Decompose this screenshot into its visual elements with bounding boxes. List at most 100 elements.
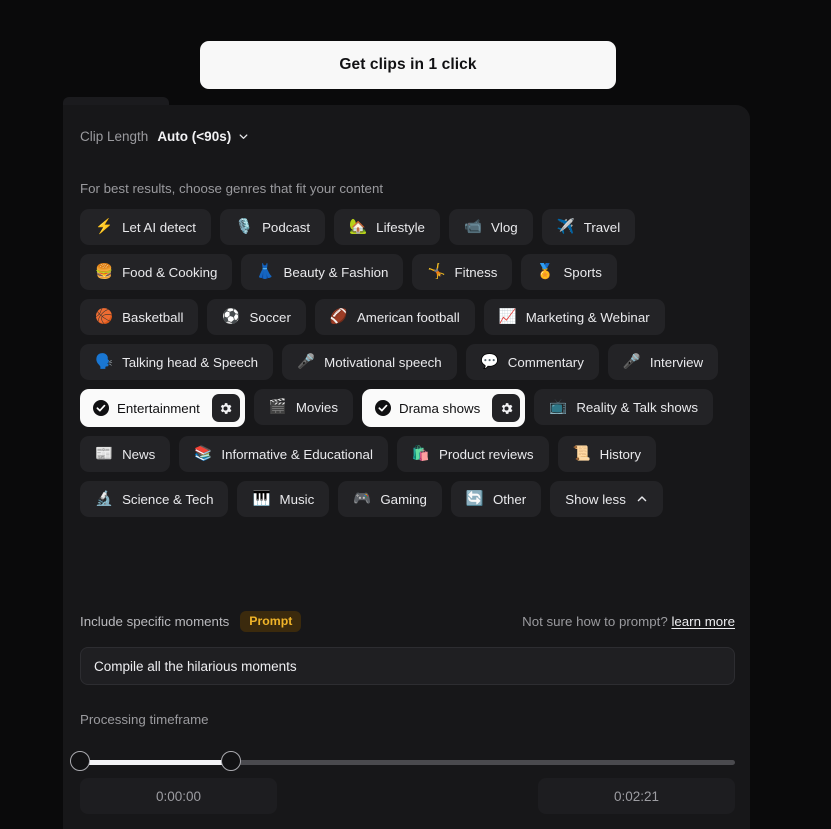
genre-chip-gaming[interactable]: 🎮 Gaming — [338, 481, 442, 517]
chip-label: Sports — [563, 264, 602, 280]
chip-label: Motivational speech — [324, 354, 442, 370]
chip-emoji-icon: 🔬 — [95, 490, 114, 507]
prompt-help-text: Not sure how to prompt? — [522, 613, 668, 629]
check-circle-icon — [374, 400, 391, 416]
chip-emoji-icon: 🏅 — [536, 263, 555, 280]
chip-settings-button[interactable] — [211, 394, 240, 422]
chip-emoji-icon: 📈 — [498, 308, 517, 325]
gear-icon — [221, 402, 232, 414]
chip-label: Beauty & Fashion — [283, 264, 389, 280]
start-time-input[interactable] — [80, 778, 277, 814]
chip-label: Interview — [649, 354, 704, 370]
clip-length-value: Auto (<90s) — [157, 129, 232, 144]
chip-emoji-icon: 🏡 — [349, 218, 368, 235]
chip-emoji-icon: 🎬 — [268, 398, 287, 415]
genre-chip-marketing-webinar[interactable]: 📈 Marketing & Webinar — [483, 299, 665, 335]
chip-emoji-icon: 📜 — [572, 445, 591, 462]
genre-chip-interview[interactable]: 🎤 Interview — [607, 344, 719, 380]
genre-chip-sports[interactable]: 🏅 Sports — [521, 254, 617, 290]
prompt-input[interactable] — [80, 647, 735, 685]
chip-emoji-icon: 👗 — [256, 263, 275, 280]
chip-label: Science & Tech — [122, 491, 214, 507]
genre-chip-vlog[interactable]: 📹 Vlog — [448, 209, 533, 245]
prompt-badge: Prompt — [240, 610, 302, 632]
genre-chip-music[interactable]: 🎹 Music — [237, 481, 330, 517]
learn-more-link[interactable]: learn more — [671, 614, 735, 629]
show-less-label: Show less — [565, 491, 626, 507]
genre-chip-fitness[interactable]: 🤸 Fitness — [412, 254, 513, 290]
chip-label: Vlog — [491, 219, 518, 235]
chip-emoji-icon: 🏈 — [329, 308, 348, 325]
chip-label: Food & Cooking — [122, 264, 218, 280]
chip-label: Other — [492, 491, 527, 507]
chip-emoji-icon: 💬 — [480, 353, 499, 370]
chip-label: Music — [279, 491, 315, 507]
genre-hint: For best results, choose genres that fit… — [80, 181, 384, 196]
chip-label: History — [599, 446, 641, 462]
genre-chip-food-cooking[interactable]: 🍔 Food & Cooking — [80, 254, 233, 290]
check-circle-icon — [93, 400, 109, 416]
chip-emoji-icon: ⚽ — [222, 308, 241, 325]
genre-chip-history[interactable]: 📜 History — [557, 436, 656, 472]
chip-emoji-icon: 🗣️ — [95, 353, 114, 370]
slider-start-handle[interactable] — [70, 751, 90, 771]
genre-chip-motivational-speech[interactable]: 🎤 Motivational speech — [282, 344, 457, 380]
chip-label: Fitness — [454, 264, 498, 280]
get-clips-button[interactable]: Get clips in 1 click — [200, 41, 616, 89]
genre-chip-reality-talk-shows[interactable]: 📺 Reality & Talk shows — [534, 389, 714, 425]
genre-chip-science-tech[interactable]: 🔬 Science & Tech — [80, 481, 229, 517]
chip-label: Movies — [295, 399, 338, 415]
chip-settings-button[interactable] — [492, 394, 521, 422]
genre-chip-drama-shows[interactable]: Drama shows — [361, 389, 526, 427]
genre-chip-lifestyle[interactable]: 🏡 Lifestyle — [334, 209, 440, 245]
chip-emoji-icon: 📺 — [549, 398, 568, 415]
genre-chip-beauty-fashion[interactable]: 👗 Beauty & Fashion — [241, 254, 404, 290]
genre-chip-talking-head-speech[interactable]: 🗣️ Talking head & Speech — [80, 344, 274, 380]
genre-chip-american-football[interactable]: 🏈 American football — [314, 299, 475, 335]
slider-end-handle[interactable] — [220, 751, 241, 771]
app-root: Get clips in 1 click Clip Length Auto (<… — [0, 0, 831, 829]
genre-chip-travel[interactable]: ✈️ Travel — [541, 209, 636, 245]
genre-chip-basketball[interactable]: 🏀 Basketball — [80, 299, 199, 335]
chip-label: Informative & Educational — [221, 446, 373, 462]
genre-chip-product-reviews[interactable]: 🛍️ Product reviews — [396, 436, 549, 472]
genre-chip-soccer[interactable]: ⚽ Soccer — [207, 299, 306, 335]
genre-chip-let-ai-detect[interactable]: ⚡ Let AI detect — [80, 209, 211, 245]
genre-chip-podcast[interactable]: 🎙️ Podcast — [220, 209, 326, 245]
chevron-down-icon — [239, 134, 248, 139]
chip-label: Product reviews — [438, 446, 534, 462]
chip-label: Podcast — [262, 219, 311, 235]
genre-chip-list: ⚡ Let AI detect 🎙️ Podcast 🏡 Lifestyle 📹 Vlog ✈️… — [80, 209, 735, 517]
clip-length-label: Clip Length — [80, 129, 149, 144]
genre-chip-news[interactable]: 📰 News — [80, 436, 171, 472]
clip-length-row: Clip Length Auto (<90s) — [80, 129, 249, 144]
genre-chip-entertainment[interactable]: Entertainment — [80, 389, 245, 427]
chip-label: Gaming — [380, 491, 427, 507]
chip-emoji-icon: 🔄 — [465, 490, 484, 507]
chip-emoji-icon: 📹 — [463, 218, 483, 235]
chip-label: Basketball — [122, 309, 184, 325]
genre-chip-commentary[interactable]: 💬 Commentary — [465, 344, 599, 380]
genre-chip-other[interactable]: 🔄 Other — [450, 481, 542, 517]
genre-chip-informative-educational[interactable]: 📚 Informative & Educational — [179, 436, 388, 472]
chip-emoji-icon: 🎹 — [252, 490, 271, 507]
chip-label: Talking head & Speech — [122, 354, 259, 370]
chip-emoji-icon: 🎤 — [297, 353, 316, 370]
processing-timeframe-label: Processing timeframe — [80, 712, 209, 727]
chip-emoji-icon: ✈️ — [556, 218, 575, 235]
cta-area: Get clips in 1 click — [0, 0, 831, 97]
chip-label: Let AI detect — [122, 219, 196, 235]
end-time-input[interactable] — [538, 778, 735, 814]
chip-label: Commentary — [507, 354, 584, 370]
chevron-up-icon — [637, 496, 647, 502]
chip-emoji-icon: 🎙️ — [235, 218, 254, 235]
chip-label: Travel — [583, 219, 621, 235]
chip-label: American football — [356, 309, 460, 325]
chip-emoji-icon: 🍔 — [95, 263, 114, 280]
prompt-label: Include specific moments — [80, 613, 230, 629]
prompt-help: Not sure how to prompt? learn more — [522, 614, 735, 629]
show-less-button[interactable]: Show less — [550, 481, 663, 517]
clip-length-dropdown[interactable]: Auto (<90s) — [157, 129, 249, 144]
genre-chip-movies[interactable]: 🎬 Movies — [253, 389, 353, 425]
timeframe-range-slider[interactable] — [70, 751, 735, 773]
